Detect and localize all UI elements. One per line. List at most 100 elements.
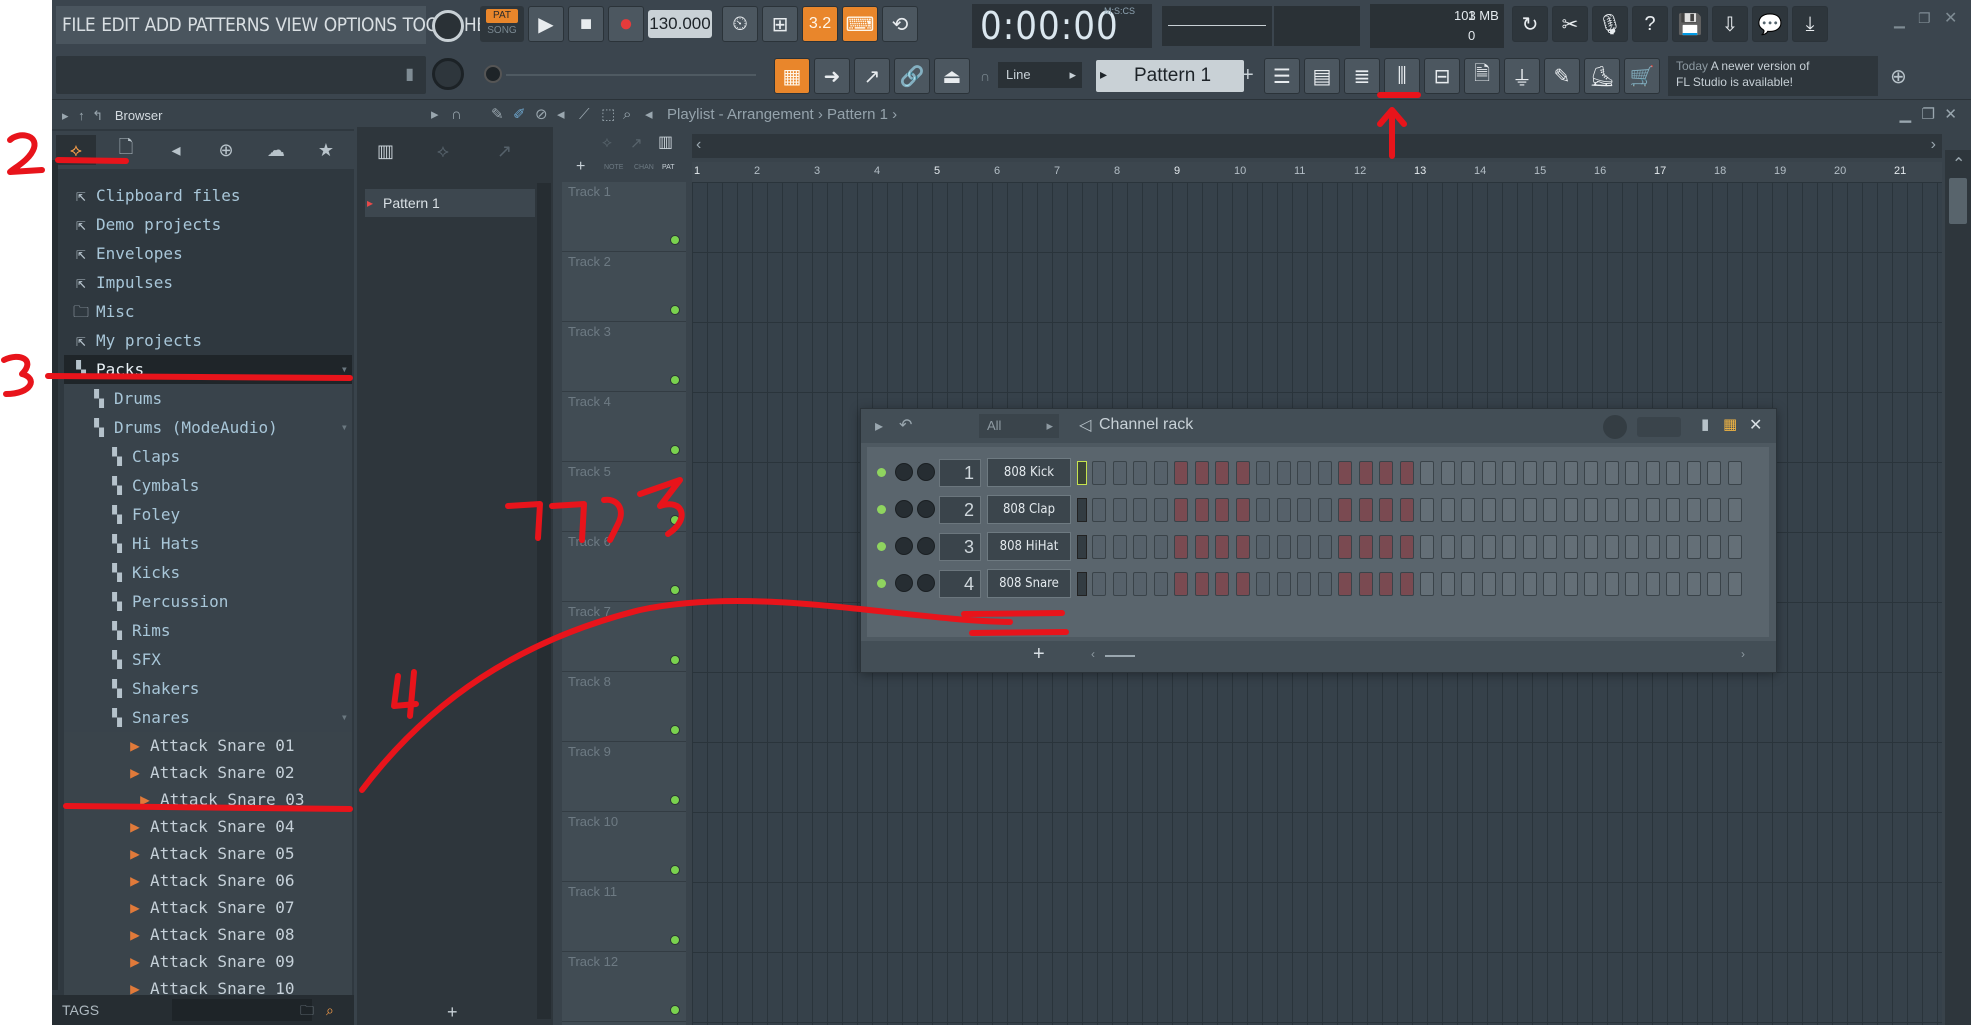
step-button[interactable]: [1686, 572, 1701, 596]
step-button[interactable]: [1256, 461, 1270, 485]
step-button[interactable]: [1625, 498, 1639, 522]
step-button[interactable]: [1379, 461, 1393, 485]
channel-name-button[interactable]: 808 HiHat: [987, 532, 1071, 561]
step-button[interactable]: [1338, 572, 1352, 596]
browser-folder-item[interactable]: ⇱ Impulses: [64, 268, 352, 297]
step-button[interactable]: [1645, 498, 1660, 522]
piano-roll-mini-icon[interactable]: ▥: [377, 141, 394, 162]
step-button[interactable]: [1440, 572, 1455, 596]
mixer-track-number[interactable]: 3: [939, 533, 981, 561]
step-button[interactable]: [1133, 461, 1147, 485]
step-button[interactable]: [1317, 498, 1332, 522]
step-button[interactable]: [1399, 535, 1414, 559]
step-button[interactable]: [1563, 461, 1578, 485]
step-button[interactable]: [1420, 535, 1434, 559]
step-button[interactable]: [1543, 572, 1557, 596]
step-button[interactable]: [1707, 572, 1721, 596]
channel-volume-knob[interactable]: [895, 463, 913, 481]
step-button[interactable]: [1358, 535, 1373, 559]
step-button[interactable]: [1276, 461, 1291, 485]
step-button[interactable]: [1174, 535, 1188, 559]
step-button[interactable]: [1481, 572, 1496, 596]
step-button[interactable]: [1461, 535, 1475, 559]
step-edit-button[interactable]: ⌨: [842, 6, 878, 42]
close-icon[interactable]: ✕: [1749, 415, 1762, 435]
step-button[interactable]: [1666, 572, 1680, 596]
step-button[interactable]: [1215, 461, 1229, 485]
browser-folder-item[interactable]: 🗀 Misc: [64, 297, 352, 326]
download-button[interactable]: ⤓: [1792, 6, 1828, 42]
bar-ruler[interactable]: 1 2 3 4 5 6 7 8 9 10 11 12 13 14 15 16 17 18 19 20 21: [692, 162, 1942, 182]
step-button[interactable]: [1276, 535, 1291, 559]
step-button[interactable]: [1440, 461, 1455, 485]
browser-folder-item[interactable]: ▚ Drums (ModeAudio) ▾: [64, 413, 352, 442]
pattern-selector[interactable]: Pattern 1: [1096, 60, 1244, 92]
step-button[interactable]: [1215, 572, 1229, 596]
track-enable-led[interactable]: [670, 725, 680, 735]
browser-folder-item[interactable]: ▚ Cymbals: [64, 471, 352, 500]
chevron-down-icon[interactable]: ▾: [341, 355, 348, 384]
tab-favorites[interactable]: ★: [306, 135, 346, 165]
scroll-left-icon[interactable]: ‹: [1091, 647, 1095, 661]
playlist-view-button[interactable]: ☰: [1264, 58, 1300, 94]
scroll-up-icon[interactable]: ⌃: [1952, 154, 1965, 174]
step-button[interactable]: [1235, 535, 1250, 559]
step-button[interactable]: [1379, 498, 1393, 522]
step-button[interactable]: [1666, 461, 1680, 485]
step-button[interactable]: [1625, 535, 1639, 559]
stop-button[interactable]: ■: [568, 6, 604, 42]
step-button[interactable]: [1543, 461, 1557, 485]
playback-icon[interactable]: ◂: [645, 103, 653, 127]
slice-icon[interactable]: ⟋: [579, 103, 590, 127]
arrow-button[interactable]: ➜: [814, 58, 850, 94]
globe-icon[interactable]: ⊕: [1890, 64, 1907, 89]
shop-button[interactable]: 🛒: [1624, 58, 1660, 94]
step-button[interactable]: [1153, 461, 1168, 485]
picker-scrollbar[interactable]: [537, 183, 551, 1019]
step-button[interactable]: [1604, 461, 1619, 485]
step-button[interactable]: [1645, 535, 1660, 559]
project-info-button[interactable]: 🗎: [1464, 58, 1500, 94]
browser-file-item[interactable]: ▶ Attack Snare 01: [64, 732, 352, 759]
track-header[interactable]: Track 3: [562, 322, 686, 392]
channel-mute-led[interactable]: [877, 468, 886, 477]
browser-folder-item[interactable]: ⇱ Demo projects: [64, 210, 352, 239]
step-button[interactable]: [1317, 461, 1332, 485]
track-header[interactable]: Track 10: [562, 812, 686, 882]
step-button[interactable]: [1256, 498, 1270, 522]
track-enable-led[interactable]: [670, 1005, 680, 1015]
step-button[interactable]: [1727, 535, 1742, 559]
track-enable-led[interactable]: [670, 515, 680, 525]
track-enable-led[interactable]: [670, 655, 680, 665]
record-button[interactable]: ●: [608, 6, 644, 42]
track-enable-led[interactable]: [670, 445, 680, 455]
master-pitch-knob[interactable]: [432, 58, 464, 90]
help-button[interactable]: ?: [1632, 6, 1668, 42]
browser-file-item[interactable]: ▶ Attack Snare 04: [64, 813, 352, 840]
channel-mute-led[interactable]: [877, 579, 886, 588]
step-button[interactable]: [1276, 498, 1291, 522]
up-arrow-icon[interactable]: ↑: [78, 108, 85, 123]
track-header[interactable]: Track 7: [562, 602, 686, 672]
track-enable-led[interactable]: [670, 935, 680, 945]
step-button[interactable]: [1440, 535, 1455, 559]
link-button[interactable]: 🔗: [894, 58, 930, 94]
loop-record-button[interactable]: ⟲: [882, 6, 918, 42]
step-button[interactable]: [1645, 461, 1660, 485]
add-track-icon[interactable]: +: [576, 158, 585, 176]
step-button[interactable]: [1297, 572, 1311, 596]
step-button[interactable]: [1502, 572, 1516, 596]
menu-options[interactable]: OPTIONS: [324, 14, 397, 36]
step-button[interactable]: [1399, 498, 1414, 522]
audio-icon[interactable]: ⟡: [602, 134, 612, 151]
step-button[interactable]: [1153, 498, 1168, 522]
step-button[interactable]: [1604, 498, 1619, 522]
browser-file-item[interactable]: ▶ Attack Snare 02: [64, 759, 352, 786]
audio-record-button[interactable]: 🎙: [1592, 6, 1628, 42]
step-button[interactable]: [1420, 498, 1434, 522]
chevron-down-icon[interactable]: ▾: [341, 413, 348, 442]
step-button[interactable]: [1297, 535, 1311, 559]
step-button[interactable]: [1727, 498, 1742, 522]
step-button[interactable]: [1174, 572, 1188, 596]
tab-online[interactable]: ⊕: [206, 135, 246, 165]
